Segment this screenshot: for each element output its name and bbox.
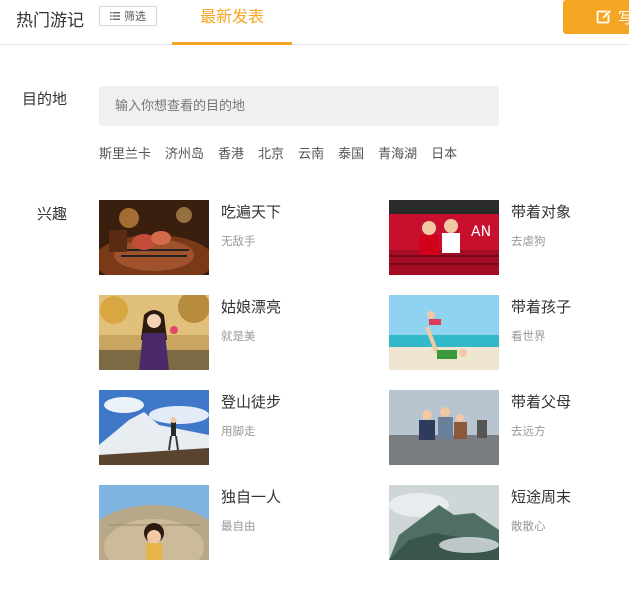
- destination-tag[interactable]: 青海湖: [378, 143, 417, 162]
- latest-tab[interactable]: 最新发表: [172, 0, 292, 45]
- card-subtitle: 去虐狗: [511, 234, 546, 248]
- card-title: 带着父母: [511, 393, 572, 411]
- food-thumbnail: [99, 200, 209, 275]
- card-title: 登山徒步: [221, 393, 282, 411]
- card-subtitle: 散散心: [511, 519, 546, 533]
- card-title: 短途周末: [511, 488, 572, 506]
- filter-label: 筛选: [124, 10, 146, 23]
- destination-tag[interactable]: 日本: [431, 143, 457, 162]
- destination-tag[interactable]: 云南: [298, 143, 324, 162]
- interest-card-solo[interactable]: 独自一人 最自由: [99, 485, 339, 560]
- edit-icon: [596, 9, 612, 24]
- card-title: 带着孩子: [511, 298, 572, 316]
- destination-tag[interactable]: 泰国: [338, 143, 364, 162]
- interest-card-hiking[interactable]: 登山徒步 用脚走: [99, 390, 339, 465]
- couple-thumbnail: AN: [389, 200, 499, 275]
- filter-button[interactable]: 筛选: [99, 6, 157, 26]
- destination-tag[interactable]: 济州岛: [165, 143, 204, 162]
- interest-card-couple[interactable]: AN 带着对象 去虐狗: [389, 200, 629, 275]
- weekend-thumbnail: [389, 485, 499, 560]
- solo-thumbnail: [99, 485, 209, 560]
- destination-tag[interactable]: 北京: [258, 143, 284, 162]
- card-subtitle: 去远方: [511, 424, 546, 438]
- hot-travelogues-tab[interactable]: 热门游记: [16, 6, 84, 31]
- card-title: 吃遍天下: [221, 203, 282, 221]
- card-title: 带着对象: [511, 203, 572, 221]
- card-subtitle: 最自由: [221, 519, 256, 533]
- interest-label: 兴趣: [37, 205, 68, 223]
- svg-text:AN: AN: [471, 224, 491, 240]
- card-subtitle: 就是美: [221, 329, 256, 343]
- beauty-thumbnail: [99, 295, 209, 370]
- destination-search-input[interactable]: [99, 86, 499, 126]
- kids-thumbnail: [389, 295, 499, 370]
- parents-thumbnail: [389, 390, 499, 465]
- card-title: 独自一人: [221, 488, 282, 506]
- write-label: 写: [618, 8, 629, 27]
- interest-card-parents[interactable]: 带着父母 去远方: [389, 390, 629, 465]
- top-nav: 热门游记 筛选 最新发表 写: [0, 0, 629, 45]
- interest-card-kids[interactable]: 带着孩子 看世界: [389, 295, 629, 370]
- list-icon: [110, 12, 120, 20]
- destination-tag[interactable]: 香港: [218, 143, 244, 162]
- write-button[interactable]: 写: [563, 0, 629, 34]
- destination-label: 目的地: [22, 90, 68, 108]
- card-subtitle: 看世界: [511, 329, 546, 343]
- destination-tag[interactable]: 斯里兰卡: [99, 143, 151, 162]
- interest-card-beauty[interactable]: 姑娘漂亮 就是美: [99, 295, 339, 370]
- interest-card-food[interactable]: 吃遍天下 无敌手: [99, 200, 339, 275]
- interest-card-weekend[interactable]: 短途周末 散散心: [389, 485, 629, 560]
- card-title: 姑娘漂亮: [221, 298, 282, 316]
- card-subtitle: 用脚走: [221, 424, 256, 438]
- destination-tags: 斯里兰卡 济州岛 香港 北京 云南 泰国 青海湖 日本: [99, 143, 457, 162]
- card-subtitle: 无敌手: [221, 234, 256, 248]
- hiking-thumbnail: [99, 390, 209, 465]
